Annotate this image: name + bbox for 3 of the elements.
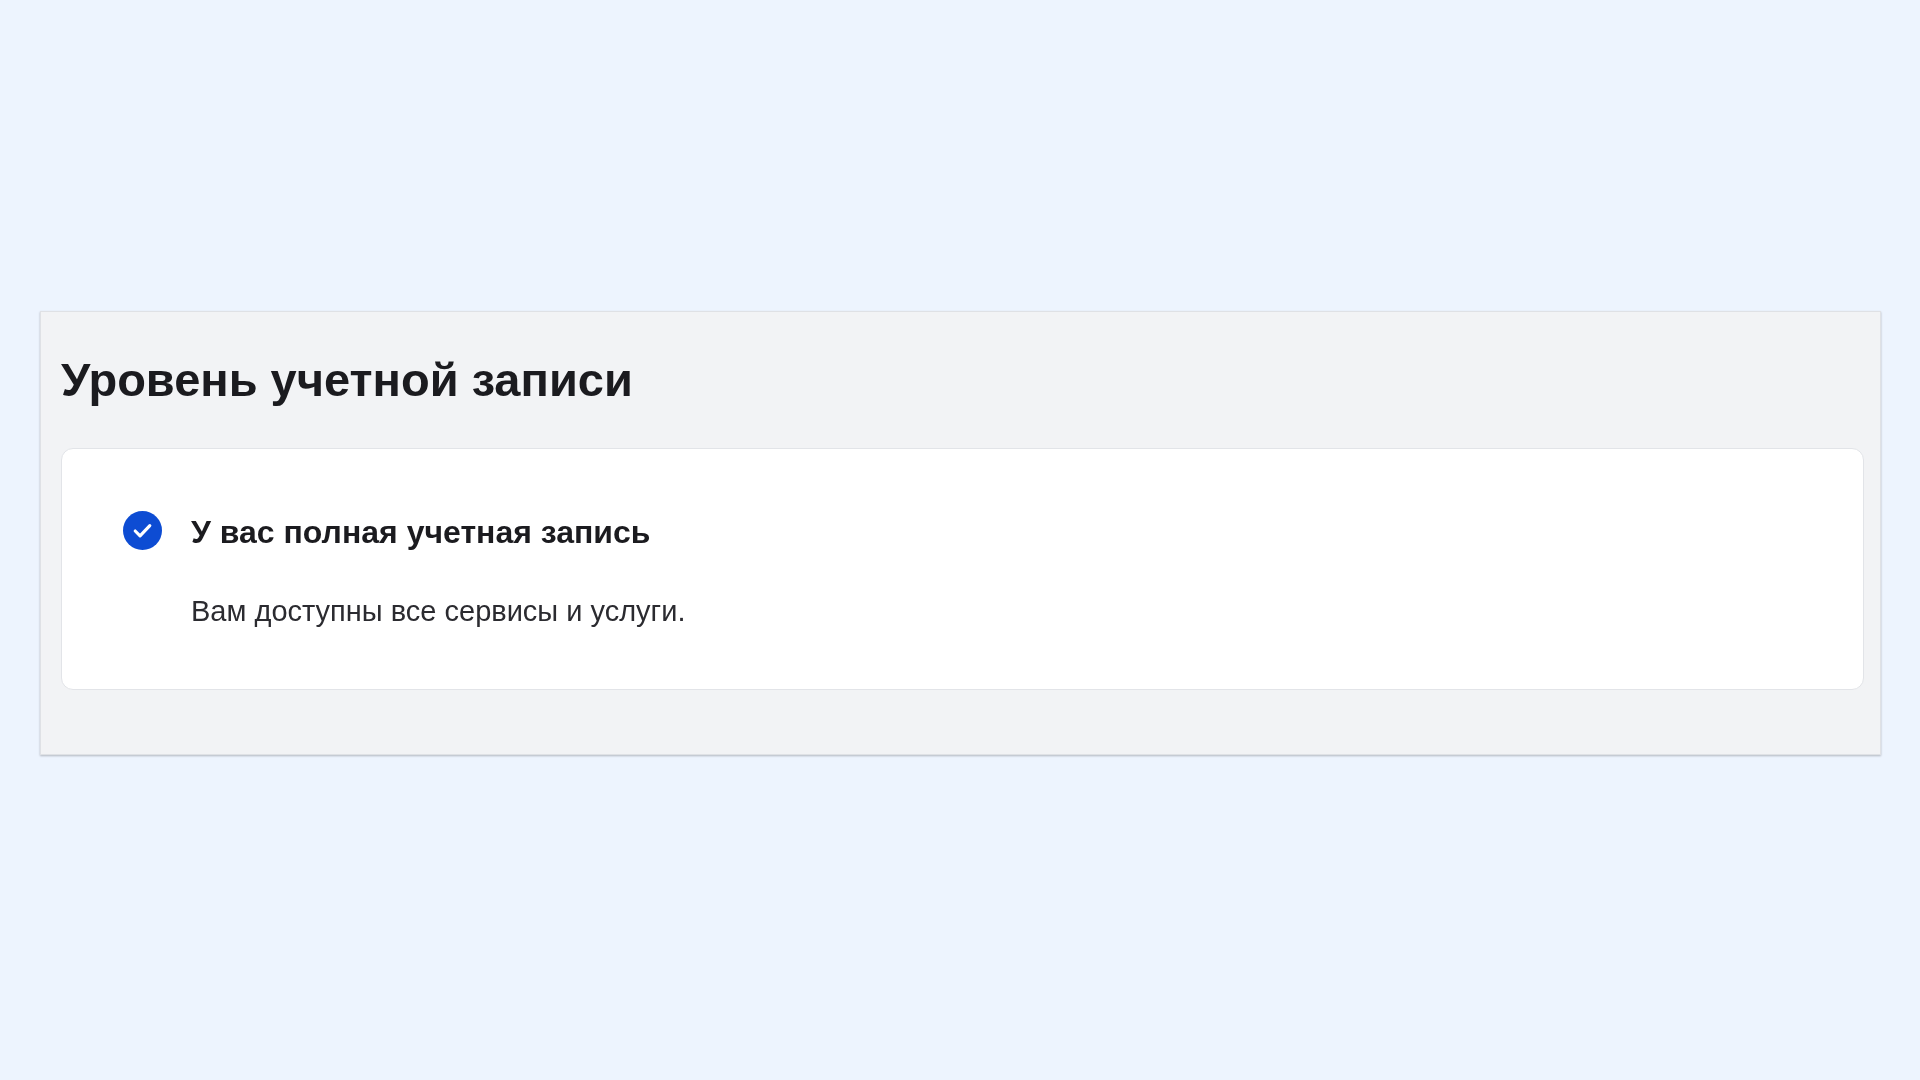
status-description: Вам доступны все сервисы и услуги.	[191, 594, 686, 630]
section-title: Уровень учетной записи	[61, 352, 634, 408]
status-heading: У вас полная учетная запись	[191, 513, 652, 553]
